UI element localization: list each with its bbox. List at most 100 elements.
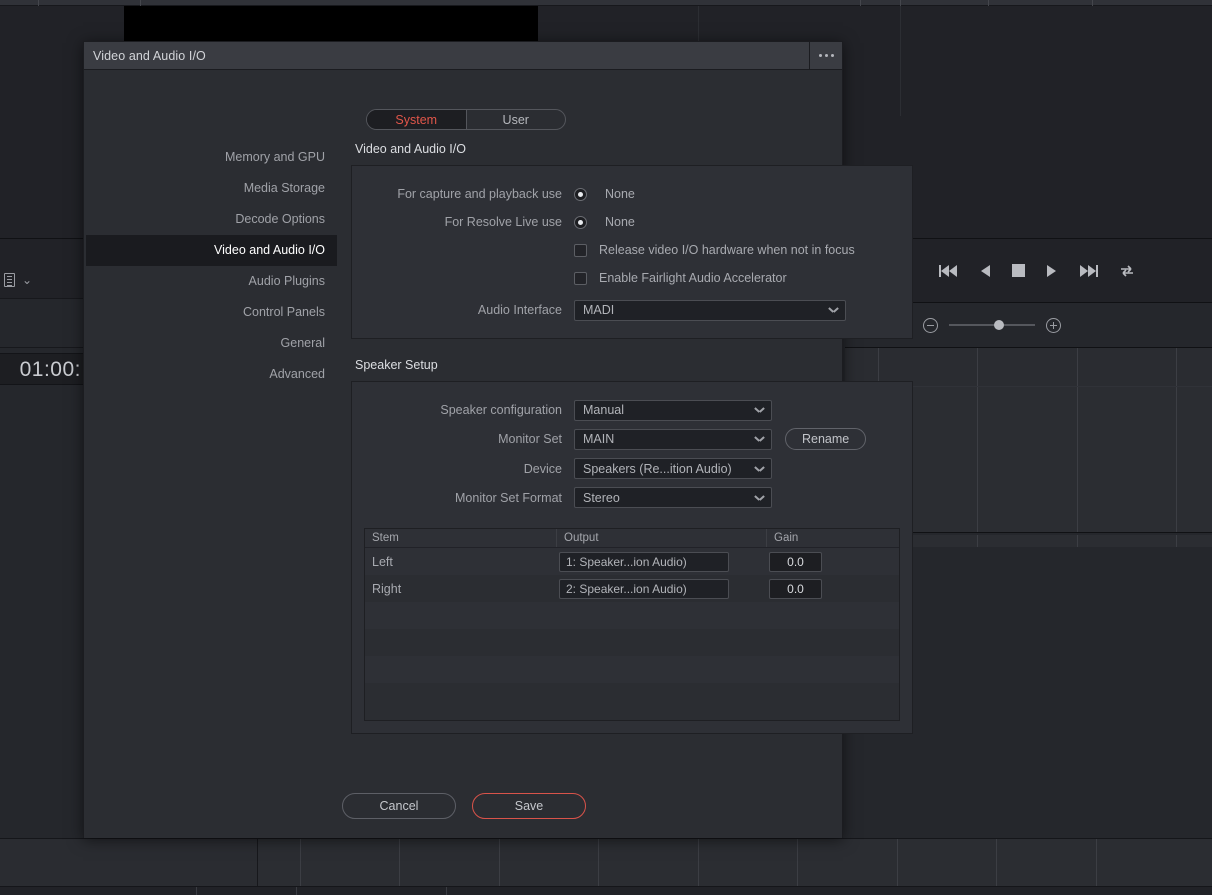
select-audio-interface-value: MADI: [583, 303, 615, 317]
background-left-panel-fill: [0, 386, 84, 546]
loop-icon[interactable]: [1119, 264, 1135, 278]
background-footer-strip: [0, 886, 1212, 895]
dialog-title-bar[interactable]: Video and Audio I/O: [84, 42, 842, 70]
row-speaker-configuration: Speaker configuration Manual: [352, 396, 912, 424]
column-header-gain: Gain: [774, 532, 799, 544]
play-reverse-icon[interactable]: [980, 264, 991, 278]
table-row-empty[interactable]: [365, 656, 899, 683]
tab-user[interactable]: User: [465, 110, 566, 129]
label-fairlight-accelerator: Enable Fairlight Audio Accelerator: [599, 271, 787, 285]
dialog-title: Video and Audio I/O: [93, 48, 206, 63]
more-options-icon[interactable]: [809, 42, 842, 69]
label-monitor-set: Monitor Set: [498, 432, 562, 446]
label-monitor-set-format: Monitor Set Format: [455, 490, 562, 505]
select-monitor-set[interactable]: MAIN: [574, 428, 772, 450]
label-audio-interface: Audio Interface: [477, 303, 562, 317]
chevron-down-icon: [755, 466, 764, 472]
table-row-empty[interactable]: [365, 683, 899, 710]
radio-capture-playback[interactable]: [574, 187, 587, 201]
row-monitor-set-format: Monitor Set Format Stereo: [352, 483, 912, 512]
checkbox-release-hardware[interactable]: [574, 243, 587, 257]
row-capture-playback: For capture and playback use None: [352, 180, 912, 208]
select-speaker-configuration[interactable]: Manual: [574, 399, 772, 421]
skip-back-icon[interactable]: [938, 264, 959, 278]
video-audio-io-panel: For capture and playback use None For Re…: [351, 165, 913, 339]
timecode-display: 01:00:: [0, 353, 84, 385]
select-output-left[interactable]: 1: Speaker...ion Audio): [559, 551, 729, 572]
select-output-left-value: 1: Speaker...ion Audio): [566, 554, 687, 569]
zoom-in-icon[interactable]: [1046, 317, 1061, 333]
column-header-stem: Stem: [365, 529, 557, 547]
zoom-track[interactable]: [949, 320, 1035, 330]
sidebar-item-memory-and-gpu[interactable]: Memory and GPU: [86, 142, 337, 173]
select-device[interactable]: Speakers (Re...ition Audio): [574, 458, 772, 479]
gain-input-right[interactable]: 0.0: [769, 578, 822, 599]
zoom-knob[interactable]: [994, 320, 1004, 330]
gain-input-left[interactable]: 0.0: [769, 551, 822, 572]
sidebar-item-general[interactable]: General: [86, 328, 337, 359]
sidebar-item-video-and-audio-io[interactable]: Video and Audio I/O: [86, 235, 337, 266]
dialog-body: System User Memory and GPU Media Storage…: [84, 70, 913, 838]
play-icon[interactable]: [1046, 264, 1057, 278]
label-release-hardware: Release video I/O hardware when not in f…: [599, 243, 855, 257]
preferences-dialog: Video and Audio I/O System User Memory a…: [83, 41, 913, 838]
row-fairlight-accelerator: Enable Fairlight Audio Accelerator: [352, 264, 912, 292]
row-audio-interface: Audio Interface MADI: [352, 296, 912, 324]
skip-forward-icon[interactable]: [1078, 264, 1098, 278]
cell-gain: 0.0: [767, 578, 899, 599]
label-speaker-configuration: Speaker configuration: [440, 403, 562, 417]
select-monitor-set-format[interactable]: Stereo: [574, 487, 772, 508]
select-monitor-set-value: MAIN: [583, 432, 615, 446]
row-release-hardware: Release video I/O hardware when not in f…: [352, 236, 912, 264]
select-monitor-set-format-value: Stereo: [583, 490, 620, 505]
transport-buttons: [938, 264, 1135, 278]
section-title-speaker-setup: Speaker Setup: [355, 358, 438, 372]
zoom-out-icon[interactable]: [923, 317, 938, 333]
background-left-panel-body: [0, 300, 84, 348]
chevron-down-icon: [755, 436, 764, 442]
rename-button[interactable]: Rename: [785, 428, 867, 450]
select-device-value: Speakers (Re...ition Audio): [583, 461, 732, 476]
value-capture-playback: None: [605, 187, 635, 201]
list-view-icon[interactable]: [4, 273, 15, 287]
table-row-empty[interactable]: [365, 602, 899, 629]
table-row[interactable]: Left 1: Speaker...ion Audio) 0.0: [365, 548, 899, 575]
speaker-routing-table: Stem Output Gain Left 1: Speaker...ion A…: [364, 528, 900, 721]
save-button[interactable]: Save: [472, 793, 586, 819]
radio-resolve-live[interactable]: [574, 215, 587, 229]
row-resolve-live: For Resolve Live use None: [352, 208, 912, 236]
stop-icon[interactable]: [1011, 264, 1025, 277]
zoom-slider[interactable]: [923, 317, 1061, 333]
tab-system[interactable]: System: [367, 110, 466, 129]
table-row[interactable]: Right 2: Speaker...ion Audio) 0.0: [365, 575, 899, 602]
table-row-empty[interactable]: [365, 629, 899, 656]
row-monitor-set: Monitor Set MAIN Rename: [352, 424, 912, 454]
scope-toggle: System User: [366, 109, 566, 130]
cell-output: 2: Speaker...ion Audio): [557, 578, 767, 599]
app-root: ⌄ 01:00: ‹ ›: [0, 0, 1212, 895]
select-output-right[interactable]: 2: Speaker...ion Audio): [559, 578, 729, 599]
label-resolve-live: For Resolve Live use: [444, 215, 562, 229]
viewer-black-frame: [124, 6, 538, 41]
cell-stem: Right: [372, 581, 402, 596]
cancel-button[interactable]: Cancel: [342, 793, 456, 819]
value-resolve-live: None: [605, 215, 635, 229]
table-header-row: Stem Output Gain: [365, 529, 899, 548]
checkbox-fairlight-accelerator[interactable]: [574, 271, 587, 285]
select-speaker-configuration-value: Manual: [583, 403, 624, 417]
select-audio-interface[interactable]: MADI: [574, 299, 846, 321]
sidebar-item-advanced[interactable]: Advanced: [86, 359, 337, 390]
label-capture-playback: For capture and playback use: [397, 187, 562, 201]
preferences-content: Video and Audio I/O For capture and play…: [351, 142, 913, 734]
dialog-footer: Cancel Save: [84, 793, 844, 819]
cell-output: 1: Speaker...ion Audio): [557, 551, 767, 572]
sidebar-item-audio-plugins[interactable]: Audio Plugins: [86, 266, 337, 297]
sidebar-item-control-panels[interactable]: Control Panels: [86, 297, 337, 328]
cell-gain: 0.0: [767, 551, 899, 572]
column-header-output: Output: [557, 529, 767, 547]
chevron-down-icon[interactable]: ⌄: [22, 274, 32, 286]
section-title-video-audio-io: Video and Audio I/O: [355, 142, 466, 156]
sidebar-item-decode-options[interactable]: Decode Options: [86, 204, 337, 235]
sidebar-item-media-storage[interactable]: Media Storage: [86, 173, 337, 204]
preferences-sidebar: Memory and GPU Media Storage Decode Opti…: [86, 142, 337, 390]
